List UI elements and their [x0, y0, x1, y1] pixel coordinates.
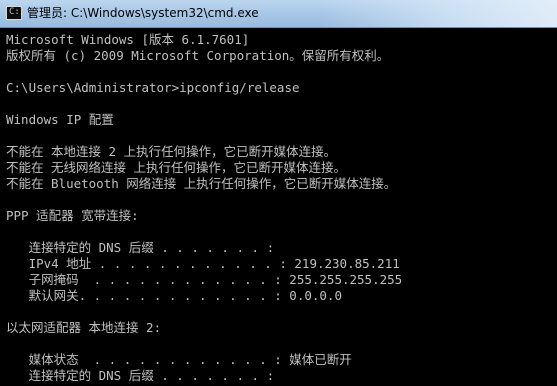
console-line-error-3: 不能在 Bluetooth 网络连接 上执行任何操作，它已断开媒体连接。 [6, 176, 397, 191]
console-line-ip-config: Windows IP 配置 [6, 112, 114, 127]
console-line-eth-header: 以太网适配器 本地连接 2: [6, 320, 162, 335]
console-line-ppp-gateway: 默认网关. . . . . . . . . . . . . : 0.0.0.0 [6, 288, 342, 303]
console-line-version: Microsoft Windows [版本 6.1.7601] [6, 32, 250, 47]
title-bar[interactable]: C:\ 管理员: C:\Windows\system32\cmd.exe [0, 0, 557, 28]
console-line-ppp-dns-suffix: 连接特定的 DNS 后缀 . . . . . . . : [6, 240, 275, 255]
console-line-ppp-ipv4: IPv4 地址 . . . . . . . . . . . . : 219.23… [6, 256, 400, 271]
cmd-icon[interactable]: C:\ [6, 6, 25, 20]
cmd-window: C:\ 管理员: C:\Windows\system32\cmd.exe Mic… [0, 0, 557, 386]
console-line-command: C:\Users\Administrator>ipconfig/release [6, 80, 300, 95]
console-line-eth-dns-suffix: 连接特定的 DNS 后缀 . . . . . . . : [6, 368, 275, 383]
console-line-ppp-subnet: 子网掩码 . . . . . . . . . . . . : 255.255.2… [6, 272, 403, 287]
window-title: 管理员: C:\Windows\system32\cmd.exe [27, 6, 259, 20]
console-line-eth-media: 媒体状态 . . . . . . . . . . . . : 媒体已断开 [6, 352, 352, 367]
console-line-error-2: 不能在 无线网络连接 上执行任何操作，它已断开媒体连接。 [6, 160, 347, 175]
console-line-copyright: 版权所有 (c) 2009 Microsoft Corporation。保留所有… [6, 48, 390, 63]
console-line-ppp-header: PPP 适配器 宽带连接: [6, 208, 139, 223]
console-output[interactable]: Microsoft Windows [版本 6.1.7601] 版权所有 (c)… [0, 28, 557, 386]
console-line-error-1: 不能在 本地连接 2 上执行任何操作，它已断开媒体连接。 [6, 144, 337, 159]
